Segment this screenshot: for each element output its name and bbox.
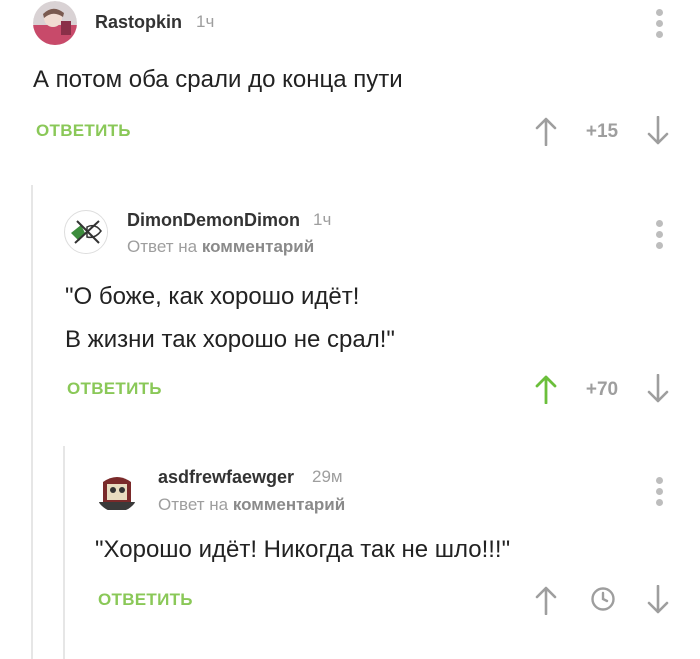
comment-time: 29м [312, 467, 343, 486]
comment-asdfrewfaewger: asdfrewfaewger 29м Ответ на комментарий … [0, 0, 700, 640]
reply-prefix: Ответ на [158, 495, 229, 514]
reply-target-link[interactable]: комментарий [233, 495, 345, 514]
clock-icon [591, 587, 615, 611]
reply-button[interactable]: ОТВЕТИТЬ [98, 590, 193, 610]
comment-text: "Хорошо идёт! Никогда так не шло!!!" [95, 536, 511, 563]
comment-author[interactable]: asdfrewfaewger [158, 467, 294, 488]
avatar[interactable] [95, 468, 139, 512]
more-vertical-icon[interactable] [654, 477, 664, 510]
arrow-up-icon[interactable] [535, 585, 557, 615]
reply-to-label: Ответ на комментарий [158, 495, 345, 515]
arrow-down-icon[interactable] [647, 585, 669, 615]
